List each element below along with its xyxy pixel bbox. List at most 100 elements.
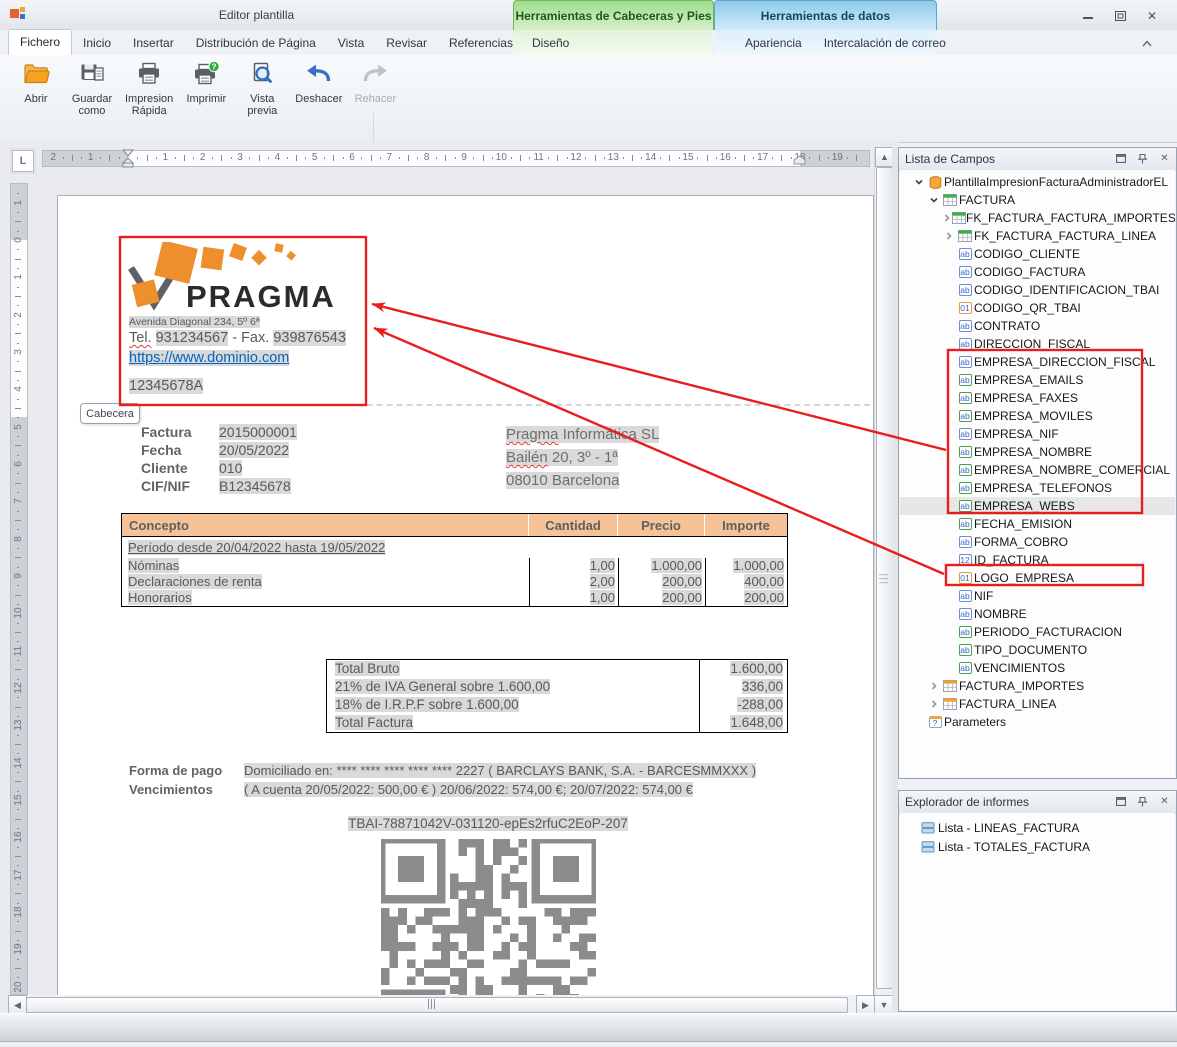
qr-code: [381, 839, 596, 1000]
horizontal-ruler-ticks: 2112345678910111213141516171819: [42, 147, 868, 168]
restore-button[interactable]: [1107, 7, 1133, 24]
expander-open-icon[interactable]: [912, 177, 926, 187]
impresion-r-pida-button[interactable]: ImpresionRápida: [120, 57, 178, 117]
text-field-icon: ab: [956, 248, 974, 260]
collapse-ribbon-icon[interactable]: [1141, 36, 1153, 54]
field-item-empresa_webs[interactable]: abEMPRESA_WEBS: [900, 497, 1175, 515]
guardar-como-button[interactable]: Guardarcomo: [64, 57, 120, 117]
print-icon: ?: [192, 60, 220, 90]
field-item-codigo_cliente[interactable]: abCODIGO_CLIENTE: [900, 245, 1175, 263]
report-item-lista-totales-factura[interactable]: Lista - TOTALES_FACTURA: [900, 837, 1175, 856]
field-item-empresa_faxes[interactable]: abEMPRESA_FAXES: [900, 389, 1175, 407]
indent-marker-icon[interactable]: [121, 149, 135, 168]
table-icon: [952, 212, 966, 224]
field-item-nombre[interactable]: abNOMBRE: [900, 605, 1175, 623]
field-item-fk_factura_factura_linea[interactable]: FK_FACTURA_FACTURA_LINEA: [900, 227, 1175, 245]
field-item-id_factura[interactable]: 12ID_FACTURA: [900, 551, 1175, 569]
ruler-tick: [380, 157, 381, 159]
items-table-header: ConceptoCantidadPrecioImporte: [122, 514, 787, 537]
tab-inicio[interactable]: Inicio: [72, 31, 122, 55]
expander-open-icon[interactable]: [927, 195, 941, 205]
scroll-down-icon[interactable]: ▼: [874, 995, 894, 1015]
close-panel-icon[interactable]: ✕: [1157, 151, 1172, 166]
field-item-empresa_moviles[interactable]: abEMPRESA_MOVILES: [900, 407, 1175, 425]
field-item-codigo_qr_tbai[interactable]: 01CODIGO_QR_TBAI: [900, 299, 1175, 317]
field-item-empresa_nombre_comercial[interactable]: abEMPRESA_NOMBRE_COMERCIAL: [900, 461, 1175, 479]
company-website-link[interactable]: https://www.dominio.com: [129, 350, 289, 366]
tab-dise-o[interactable]: Diseño: [521, 31, 580, 55]
band-label[interactable]: Cabecera: [80, 403, 140, 424]
pin-panel-icon[interactable]: [1135, 794, 1150, 809]
field-item-empresa_nif[interactable]: abEMPRESA_NIF: [900, 425, 1175, 443]
field-item-periodo_facturacion[interactable]: abPERIODO_FACTURACION: [900, 623, 1175, 641]
field-label: DIRECCION_FISCAL: [974, 337, 1090, 351]
items-table-row: Honorarios1,00200,00200,00: [122, 590, 787, 606]
field-item-empresa_nombre[interactable]: abEMPRESA_NOMBRE: [900, 443, 1175, 461]
tab-intercalaci-n-de-correo[interactable]: Intercalación de correo: [813, 31, 957, 55]
bound-text-field-icon: ab: [956, 626, 974, 638]
field-list-caption: Lista de Campos ✕: [899, 148, 1176, 171]
field-label: FACTURA_LINEA: [959, 697, 1056, 711]
close-panel-icon[interactable]: ✕: [1157, 794, 1172, 809]
ruler-number: 5: [308, 152, 322, 163]
abrir-button[interactable]: Abrir: [8, 57, 64, 117]
field-item-plantillaimpresionfacturaadministradorel[interactable]: PlantillaImpresionFacturaAdministradorEL: [900, 173, 1175, 191]
expander-closed-icon[interactable]: [942, 213, 952, 223]
text-field-icon: ab: [956, 590, 974, 602]
meta-value: 20/05/2022: [219, 442, 289, 458]
field-item-forma_cobro[interactable]: abFORMA_COBRO: [900, 533, 1175, 551]
scroll-left-icon[interactable]: ◀: [8, 995, 27, 1015]
field-item-empresa_telefonos[interactable]: abEMPRESA_TELEFONOS: [900, 479, 1175, 497]
right-margin-marker-icon[interactable]: [793, 155, 806, 165]
tab-insertar[interactable]: Insertar: [122, 31, 185, 55]
field-item-codigo_factura[interactable]: abCODIGO_FACTURA: [900, 263, 1175, 281]
imprimir-button[interactable]: ?Imprimir: [178, 57, 234, 117]
expander-closed-icon[interactable]: [927, 699, 941, 709]
ruler-tick: [15, 744, 21, 745]
tab-revisar[interactable]: Revisar: [375, 31, 438, 55]
maximize-panel-icon[interactable]: [1113, 794, 1128, 809]
client-text: Informática SL: [559, 426, 660, 443]
item-amount-cell: 200,00: [618, 590, 705, 606]
field-item-factura[interactable]: FACTURA: [900, 191, 1175, 209]
tab-vista[interactable]: Vista: [327, 31, 375, 55]
report-item-lista-lineas-factura[interactable]: Lista - LINEAS_FACTURA: [900, 818, 1175, 837]
minimize-button[interactable]: [1075, 7, 1101, 24]
ruler-tick: [15, 520, 21, 521]
close-button[interactable]: ✕: [1139, 7, 1165, 24]
tab-distribuci-n-de-p-gina[interactable]: Distribución de Página: [185, 31, 327, 55]
company-logo[interactable]: PRAGMA: [128, 242, 363, 314]
field-label: CODIGO_CLIENTE: [974, 247, 1080, 261]
field-label: FECHA_EMISION: [974, 517, 1072, 531]
field-item-contrato[interactable]: abCONTRATO: [900, 317, 1175, 335]
ruler-number: 13: [11, 717, 25, 733]
field-item-factura_importes[interactable]: FACTURA_IMPORTES: [900, 677, 1175, 695]
maximize-panel-icon[interactable]: [1113, 151, 1128, 166]
field-item-nif[interactable]: abNIF: [900, 587, 1175, 605]
items-header-cell: Concepto: [122, 514, 529, 536]
expander-closed-icon[interactable]: [927, 681, 941, 691]
tab-selector-box[interactable]: L: [12, 150, 34, 172]
field-item-vencimientos[interactable]: abVENCIMIENTOS: [900, 659, 1175, 677]
field-item-fk_factura_factura_importes[interactable]: FK_FACTURA_FACTURA_IMPORTES: [900, 209, 1175, 227]
field-item-fecha_emision[interactable]: abFECHA_EMISION: [900, 515, 1175, 533]
vista-previa-button[interactable]: Vistaprevia: [234, 57, 290, 117]
tab-referencias[interactable]: Referencias: [438, 31, 524, 55]
field-item-parameters[interactable]: ?Parameters: [900, 713, 1175, 731]
field-item-empresa_emails[interactable]: abEMPRESA_EMAILS: [900, 371, 1175, 389]
field-item-logo_empresa[interactable]: 01LOGO_EMPRESA: [900, 569, 1175, 587]
field-item-empresa_direccion_fiscal[interactable]: abEMPRESA_DIRECCION_FISCAL: [900, 353, 1175, 371]
field-label: NOMBRE: [974, 607, 1027, 621]
tab-fichero[interactable]: Fichero: [8, 29, 72, 55]
tab-apariencia[interactable]: Apariencia: [734, 31, 813, 55]
deshacer-button[interactable]: Deshacer: [290, 57, 347, 117]
pin-panel-icon[interactable]: [1135, 151, 1150, 166]
field-item-tipo_documento[interactable]: abTIPO_DOCUMENTO: [900, 641, 1175, 659]
field-label: CODIGO_QR_TBAI: [974, 301, 1081, 315]
expander-closed-icon[interactable]: [942, 231, 956, 241]
field-item-codigo_identificacion_tbai[interactable]: abCODIGO_IDENTIFICACION_TBAI: [900, 281, 1175, 299]
field-item-direccion_fiscal[interactable]: abDIRECCION_FISCAL: [900, 335, 1175, 353]
field-label: CONTRATO: [974, 319, 1040, 333]
scroll-right-icon[interactable]: ▶: [856, 995, 875, 1015]
field-item-factura_linea[interactable]: FACTURA_LINEA: [900, 695, 1175, 713]
